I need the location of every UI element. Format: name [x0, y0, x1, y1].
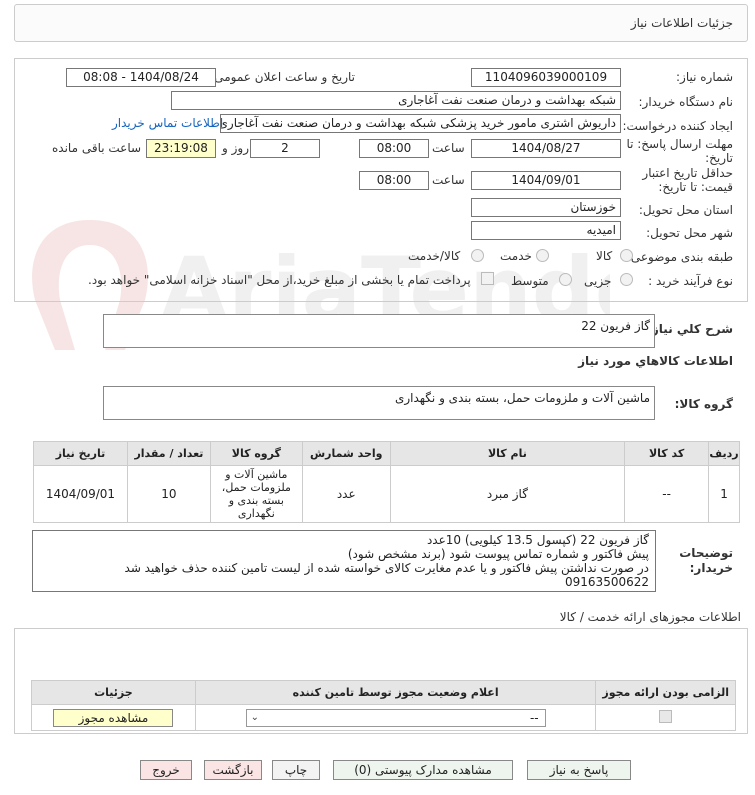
validity-time-label: ساعت [432, 173, 465, 187]
buyer-notes-field: گاز فریون 22 (کپسول 13.5 کیلویی) 10عدد پ… [32, 530, 656, 592]
goods-table: ردیف کد کالا نام کالا واحد شمارش گروه کا… [33, 441, 740, 523]
min-validity-label: حداقل تاریخ اعتبار قیمت: تا تاریخ: [642, 166, 733, 194]
goods-group-label: گروه کالا: [674, 397, 733, 411]
th-permit-required: الزامی بودن ارائه مجوز [595, 680, 736, 705]
category-goods-label: کالا [596, 249, 613, 263]
process-small-radio[interactable] [620, 273, 633, 286]
deadline-time-label: ساعت [432, 141, 465, 155]
permits-section-title: اطلاعات مجوزهای ارائه خدمت / کالا [559, 610, 741, 624]
category-both-label: کالا/خدمت [408, 249, 461, 263]
th-group: گروه کالا [209, 441, 303, 466]
islamic-treasury-checkbox[interactable] [481, 272, 494, 285]
category-both-radio[interactable] [471, 249, 484, 262]
province-label: استان محل تحویل: [638, 203, 733, 217]
cell-name: گاز مبرد [389, 465, 626, 523]
chevron-down-icon: ⌄ [250, 711, 260, 723]
permit-required-checkbox [659, 709, 673, 723]
category-service-radio[interactable] [536, 249, 549, 262]
process-medium-radio[interactable] [559, 273, 572, 286]
announce-label: تاریخ و ساعت اعلان عمومی: [210, 70, 355, 84]
process-small-label: جزیی [584, 274, 612, 288]
requester-field: داریوش اشتری مامور خرید پزشکی شبکه بهداش… [220, 114, 621, 133]
th-row: ردیف [708, 441, 740, 466]
buyer-org-field: شبکه بهداشت و درمان صنعت نفت آغاجاری [171, 91, 621, 110]
category-label: طبقه بندی موضوعی: [626, 250, 733, 264]
islamic-treasury-note: پرداخت تمام یا بخشی از مبلغ خرید،از محل … [88, 273, 471, 287]
page-title: جزئیات اطلاعات نیاز [630, 16, 733, 30]
summary-label: شرح کلي نياز: [647, 322, 733, 336]
cell-qty: 10 [127, 465, 211, 523]
th-code: کد کالا [624, 441, 710, 466]
back-button[interactable]: بازگشت [204, 760, 262, 780]
buyer-notes-line: پیش فاکتور و شماره تماس پیوست شود (برند … [347, 547, 649, 561]
buyer-notes-line: 09163500622 [565, 575, 649, 589]
permit-status-value: -- [529, 710, 539, 725]
province-field: خوزستان [471, 198, 621, 217]
cell-row: 1 [708, 465, 740, 523]
category-goods-radio[interactable] [620, 249, 633, 262]
cell-group: ماشین آلات و ملزومات حمل، بسته بندی و نگ… [209, 465, 303, 523]
deadline-label: مهلت ارسال پاسخ: تا تاریخ: [626, 137, 733, 165]
deadline-time-field: 08:00 [359, 139, 429, 158]
deadline-date-field: 1404/08/27 [471, 139, 621, 158]
page-header: جزئیات اطلاعات نیاز [14, 4, 748, 42]
th-name: نام کالا [389, 441, 626, 466]
category-service-label: خدمت [500, 249, 532, 263]
goods-group-field: ماشین آلات و ملزومات حمل، بسته بندی و نگ… [103, 386, 655, 420]
goods-table-header: ردیف کد کالا نام کالا واحد شمارش گروه کا… [33, 441, 740, 466]
process-medium-label: متوسط [511, 274, 549, 288]
th-permit-status: اعلام وضعیت مجوز توسط تامین کننده [194, 680, 597, 705]
reply-button[interactable]: پاسخ به نیاز [527, 760, 631, 780]
view-permit-button[interactable]: مشاهده مجوز [53, 708, 174, 727]
summary-field: گاز فریون 22 [103, 314, 655, 348]
validity-time-field: 08:00 [359, 171, 429, 190]
th-permit-details: جزئیات [31, 680, 196, 705]
requester-label: ایجاد کننده درخواست: [622, 119, 733, 133]
th-qty: تعداد / مقدار [127, 441, 211, 466]
th-unit: واحد شمارش [301, 441, 391, 466]
cell-unit: عدد [301, 465, 391, 523]
table-row: 1 -- گاز مبرد عدد ماشین آلات و ملزومات ح… [33, 465, 740, 523]
days-remaining-field: 2 [250, 139, 320, 158]
announce-datetime-field: 1404/08/24 - 08:08 [66, 68, 216, 87]
city-label: شهر محل تحویل: [646, 226, 733, 240]
days-label: روز و [222, 141, 249, 155]
th-date: تاریخ نیاز [33, 441, 128, 466]
permits-table: الزامی بودن ارائه مجوز اعلام وضعیت مجوز … [31, 680, 736, 731]
remaining-time-field: 23:19:08 [146, 139, 216, 158]
need-number-field: 1104096039000109 [471, 68, 621, 87]
buyer-notes-line: در صورت نداشتن پیش فاکتور و یا عدم مغایر… [124, 561, 649, 575]
buyer-notes-line: گاز فریون 22 (کپسول 13.5 کیلویی) 10عدد [426, 533, 649, 547]
attachments-button[interactable]: مشاهده مدارک پیوستی (0) [333, 760, 513, 780]
remaining-label: ساعت باقی مانده [52, 141, 142, 155]
city-field: امیدیه [471, 221, 621, 240]
cell-date: 1404/09/01 [33, 465, 128, 523]
buyer-contact-link[interactable]: اطلاعات تماس خریدار [112, 116, 223, 130]
table-row: -- ⌄ مشاهده مجوز [31, 704, 736, 731]
exit-button[interactable]: خروج [140, 760, 192, 780]
need-number-label: شماره نیاز: [676, 70, 733, 84]
buyer-org-label: نام دستگاه خریدار: [638, 95, 734, 109]
buyer-notes-label: توضیحات خریدار: [679, 546, 733, 575]
validity-date-field: 1404/09/01 [471, 171, 621, 190]
goods-section-title: اطلاعات کالاهاي مورد نياز [578, 354, 733, 368]
permit-status-select[interactable]: -- ⌄ [245, 708, 546, 727]
print-button[interactable]: چاپ [272, 760, 320, 780]
cell-code: -- [624, 465, 710, 523]
process-label: نوع فرآیند خرید : [648, 274, 733, 288]
